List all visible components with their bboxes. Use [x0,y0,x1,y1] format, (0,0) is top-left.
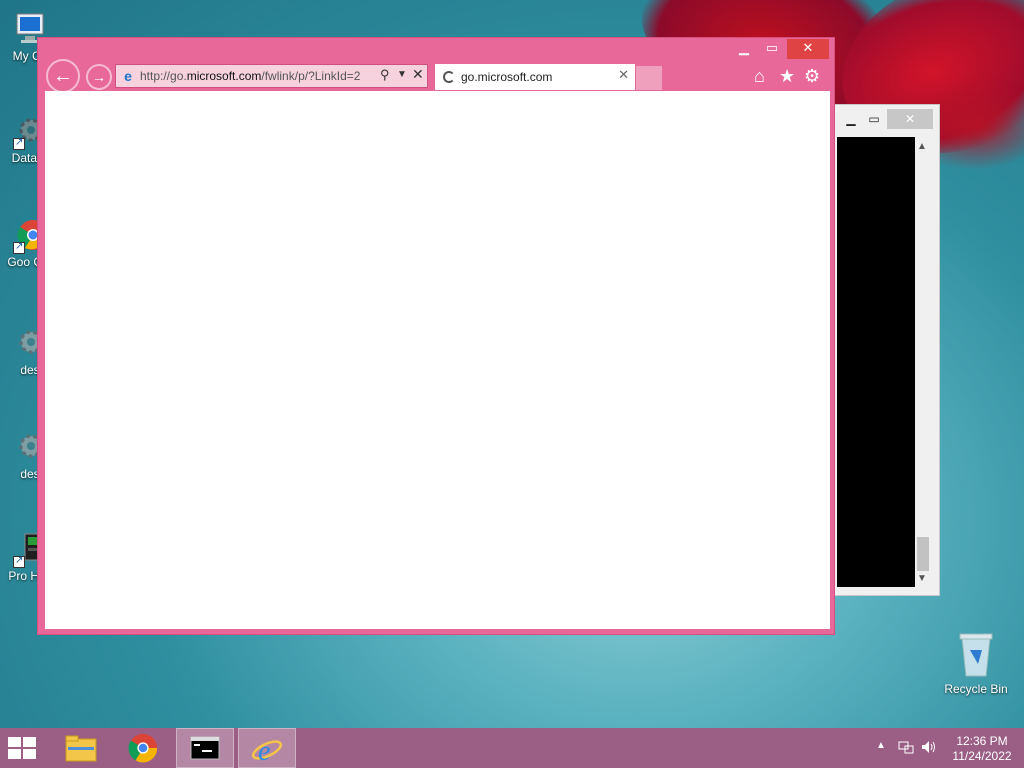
back-button[interactable]: ← [46,59,80,93]
system-clock[interactable]: 12:36 PM 11/24/2022 [944,734,1020,764]
folder-icon [65,735,97,762]
console-maximize-button[interactable]: ▭ [863,109,885,129]
console-minimize-button[interactable]: ▁ [841,109,861,129]
taskbar-file-explorer[interactable] [52,728,110,768]
recycle-bin-icon [956,630,996,678]
tab-title: go.microsoft.com [461,70,553,84]
internet-explorer-icon: e [251,736,283,767]
close-button[interactable]: ✕ [787,39,829,59]
console-window[interactable]: ▁ ▭ ✕ ▲ ▼ [832,104,940,596]
tab-close-icon[interactable]: ✕ [618,67,629,83]
volume-icon[interactable] [920,739,938,768]
clock-date: 11/24/2022 [952,749,1012,763]
taskbar-command-prompt[interactable] [176,728,234,768]
new-tab-button[interactable] [636,66,662,90]
address-url[interactable]: http://go.microsoft.com/fwlink/p/?LinkId… [140,69,376,83]
taskbar-chrome[interactable] [114,728,172,768]
command-prompt-icon [190,736,220,760]
start-button[interactable] [8,737,38,759]
clock-time: 12:36 PM [956,734,1008,748]
desktop-icon-recycle-bin[interactable]: Recycle Bin [940,630,1012,696]
taskbar: e ▲ 12:36 PM 11/24/2022 [0,728,1024,768]
shortcut-arrow-icon [13,240,25,254]
scrollbar-thumb[interactable] [917,537,929,571]
url-prefix: http://go. [140,69,187,83]
stop-icon[interactable]: ✕ [412,66,424,83]
console-scrollbar[interactable]: ▲ ▼ [915,137,931,587]
scroll-up-icon[interactable]: ▲ [917,141,927,152]
recycle-bin-label: Recycle Bin [944,682,1008,696]
page-content[interactable] [45,91,830,629]
search-icon[interactable]: ⚲ [380,67,390,83]
taskbar-internet-explorer[interactable]: e [238,728,296,768]
chevron-down-icon[interactable]: ▼ [397,69,407,80]
console-close-button[interactable]: ✕ [887,109,933,129]
favorites-star-icon[interactable]: ★ [779,66,795,87]
tab-active[interactable]: go.microsoft.com ✕ [435,64,635,90]
settings-gear-icon[interactable]: ⚙ [804,66,820,87]
scroll-down-icon[interactable]: ▼ [917,573,927,584]
shortcut-arrow-icon [13,136,25,150]
browser-window[interactable]: ▁ ▭ ✕ ← → e http://go.microsoft.com/fwli… [37,37,835,635]
chrome-icon [128,733,158,763]
url-domain: microsoft.com [186,69,262,83]
ie-page-icon: e [124,68,132,84]
maximize-button[interactable]: ▭ [759,39,785,59]
tray-overflow-chevron-icon[interactable]: ▲ [876,740,886,768]
forward-button[interactable]: → [86,64,112,90]
minimize-button[interactable]: ▁ [731,39,757,59]
loading-spinner-icon [443,71,455,83]
network-icon[interactable] [898,739,914,768]
address-bar[interactable]: e http://go.microsoft.com/fwlink/p/?Link… [115,64,428,88]
console-output[interactable] [837,137,915,587]
home-icon[interactable]: ⌂ [754,66,765,87]
svg-text:e: e [258,736,270,766]
shortcut-arrow-icon [13,554,25,568]
url-path: /fwlink/p/?LinkId=2 [261,69,361,83]
